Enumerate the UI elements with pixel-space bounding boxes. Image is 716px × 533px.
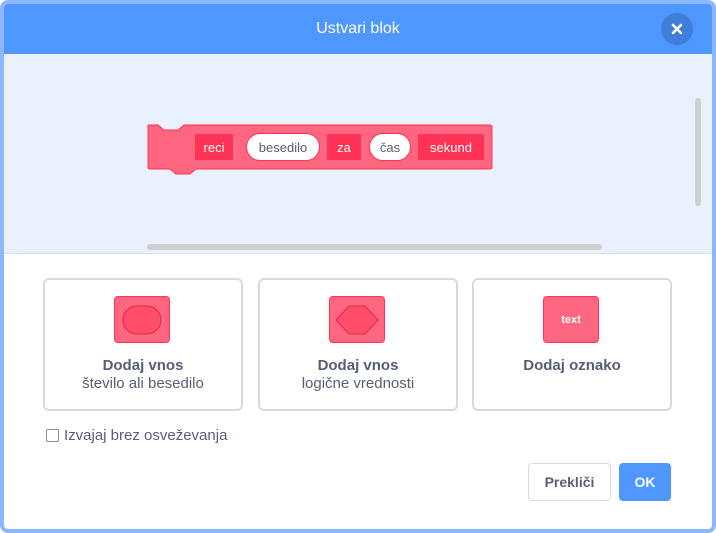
block-input-time[interactable]: čas (369, 133, 411, 161)
block-label-sekund[interactable]: sekund (418, 134, 484, 160)
dialog-header: Ustvari blok (4, 4, 712, 54)
card-title: Dodaj vnos (102, 357, 184, 374)
add-boolean-input-card[interactable]: Dodaj vnos logične vrednosti (258, 278, 458, 411)
card-title: Dodaj vnos (317, 357, 399, 374)
vertical-scrollbar[interactable] (695, 98, 701, 206)
block-preview-workspace[interactable]: reci besedilo za čas sekund (4, 54, 712, 254)
dialog-title: Ustvari blok (316, 20, 400, 37)
add-number-text-input-card[interactable]: Dodaj vnos število ali besedilo (43, 278, 243, 411)
close-icon (671, 23, 683, 35)
block-input-text[interactable]: besedilo (246, 133, 320, 161)
text-label-icon: text (543, 296, 599, 343)
create-block-dialog: Ustvari blok reci besedilo za čas sekund… (0, 0, 716, 533)
block-label-za[interactable]: za (327, 134, 361, 160)
add-label-card[interactable]: text Dodaj oznako (472, 278, 672, 411)
run-without-refresh-label: Izvajaj brez osveževanja (64, 427, 228, 444)
ok-button[interactable]: OK (619, 463, 671, 501)
cancel-button[interactable]: Prekliči (528, 463, 611, 501)
run-without-refresh-option[interactable]: Izvajaj brez osveževanja (46, 427, 227, 444)
card-title: Dodaj oznako (523, 357, 621, 374)
text-label-icon-text: text (561, 313, 581, 326)
oval-input-icon (114, 296, 170, 343)
run-without-refresh-checkbox[interactable] (46, 429, 59, 442)
hexagon-input-icon (329, 296, 385, 343)
horizontal-scrollbar[interactable] (147, 244, 602, 250)
close-button[interactable] (661, 13, 693, 45)
card-subtitle: logične vrednosti (301, 375, 415, 392)
card-subtitle: število ali besedilo (82, 375, 204, 392)
block-label-reci[interactable]: reci (195, 134, 233, 160)
